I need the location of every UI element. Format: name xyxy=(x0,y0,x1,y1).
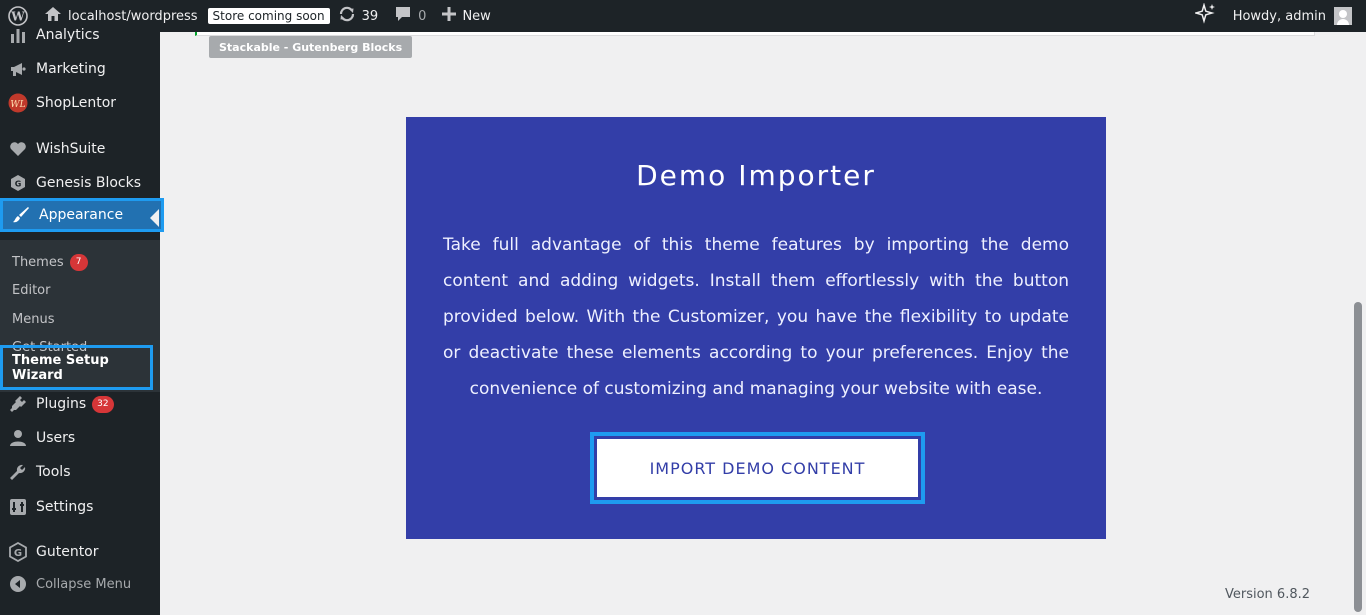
megaphone-icon xyxy=(8,59,28,79)
user-icon xyxy=(8,428,28,448)
new-label: New xyxy=(462,8,491,24)
sidebar-item-label: Marketing xyxy=(36,61,106,77)
paintbrush-icon xyxy=(11,205,31,225)
admin-sidebar: Analytics Marketing WL ShopLentor WishSu… xyxy=(0,27,164,615)
updates-count: 39 xyxy=(361,8,379,24)
sidebar-item-gutentor[interactable]: G Gutentor xyxy=(0,535,160,569)
sidebar-item-label: Gutentor xyxy=(36,544,99,560)
genesis-icon: G xyxy=(8,173,28,193)
sidebar-item-label: WishSuite xyxy=(36,141,106,157)
comments-count: 0 xyxy=(418,8,427,24)
sidebar-item-plugins[interactable]: Plugins 32 xyxy=(0,387,160,421)
collapse-menu-button[interactable]: Collapse Menu xyxy=(0,567,160,601)
sidebar-item-label: Appearance xyxy=(39,207,124,223)
refresh-icon xyxy=(338,5,356,27)
sidebar-item-analytics[interactable]: Analytics xyxy=(0,18,160,52)
sidebar-item-wishsuite[interactable]: WishSuite xyxy=(0,132,160,166)
sidebar-item-marketing[interactable]: Marketing xyxy=(0,52,160,86)
submenu-item-label: Themes xyxy=(12,254,64,270)
sidebar-item-tools[interactable]: Tools xyxy=(0,455,160,489)
shoplentor-logo-icon: WL xyxy=(8,93,28,113)
plugin-tag: Stackable - Gutenberg Blocks xyxy=(209,36,413,58)
gutentor-icon: G xyxy=(8,542,28,562)
new-content-link[interactable]: New xyxy=(434,0,498,32)
themes-update-badge: 7 xyxy=(69,253,88,271)
sidebar-item-label: Genesis Blocks xyxy=(36,175,142,191)
settings-sliders-icon xyxy=(8,497,28,517)
howdy-text: Howdy, admin xyxy=(1232,8,1326,24)
plus-icon xyxy=(442,7,457,25)
svg-text:G: G xyxy=(15,180,22,189)
sidebar-item-label: Settings xyxy=(36,499,94,515)
sidebar-item-genesis-blocks[interactable]: G Genesis Blocks xyxy=(0,166,160,200)
submenu-item-label: Editor xyxy=(12,282,51,298)
submenu-item-themes[interactable]: Themes 7 xyxy=(0,248,160,276)
collapse-arrow-icon xyxy=(8,574,28,594)
svg-text:WL: WL xyxy=(10,100,25,110)
demo-importer-title: Demo Importer xyxy=(636,159,876,192)
my-account-link[interactable]: Howdy, admin xyxy=(1225,0,1366,32)
wp-version: Version 6.8.2 xyxy=(1224,587,1310,602)
bar-chart-icon xyxy=(8,25,28,45)
sidebar-item-label: Analytics xyxy=(36,27,100,43)
comment-bubble-icon xyxy=(394,5,412,27)
sidebar-item-shoplentor[interactable]: WL ShopLentor xyxy=(0,86,160,120)
plugins-update-badge: 32 xyxy=(92,395,114,413)
heart-icon xyxy=(8,139,28,159)
ai-sparkle-button[interactable] xyxy=(1187,0,1225,32)
collapse-menu-label: Collapse Menu xyxy=(36,576,132,592)
sidebar-item-label: ShopLentor xyxy=(36,95,117,111)
sidebar-item-settings[interactable]: Settings xyxy=(0,490,160,524)
demo-importer-panel: Demo Importer Take full advantage of thi… xyxy=(406,117,1106,539)
appearance-submenu: Themes 7 Editor Menus Get Started Theme … xyxy=(0,240,160,392)
avatar xyxy=(1334,7,1352,25)
page-scrollbar[interactable] xyxy=(1350,32,1366,615)
admin-bar: W localhost/wordpress Store coming soon … xyxy=(0,0,1366,32)
sparkle-icon xyxy=(1192,2,1217,29)
sidebar-item-label: Tools xyxy=(36,464,71,480)
sidebar-item-users[interactable]: Users xyxy=(0,421,160,455)
updates-link[interactable]: 39 xyxy=(330,0,387,32)
submenu-item-label: Menus xyxy=(12,311,55,327)
scrollbar-thumb[interactable] xyxy=(1354,302,1362,612)
import-button-highlight: IMPORT DEMO CONTENT xyxy=(590,432,925,504)
store-coming-soon-badge[interactable]: Store coming soon xyxy=(207,8,330,24)
submenu-item-menus[interactable]: Menus xyxy=(0,305,160,333)
svg-text:G: G xyxy=(14,548,22,559)
sidebar-item-label: Plugins xyxy=(36,396,87,412)
import-demo-content-button[interactable]: IMPORT DEMO CONTENT xyxy=(597,439,918,497)
sidebar-item-appearance[interactable]: Appearance xyxy=(0,198,164,232)
comments-link[interactable]: 0 xyxy=(386,0,434,32)
submenu-item-editor[interactable]: Editor xyxy=(0,276,160,304)
sidebar-item-label: Users xyxy=(36,430,76,446)
submenu-item-label: Theme Setup Wizard xyxy=(12,352,109,383)
submenu-item-theme-setup-wizard[interactable]: Theme Setup Wizard xyxy=(0,345,153,390)
demo-importer-description: Take full advantage of this theme featur… xyxy=(443,235,1069,399)
main-content: Stackable - Gutenberg Blocks Demo Import… xyxy=(160,32,1350,615)
plug-icon xyxy=(8,394,28,414)
wrench-icon xyxy=(8,462,28,482)
